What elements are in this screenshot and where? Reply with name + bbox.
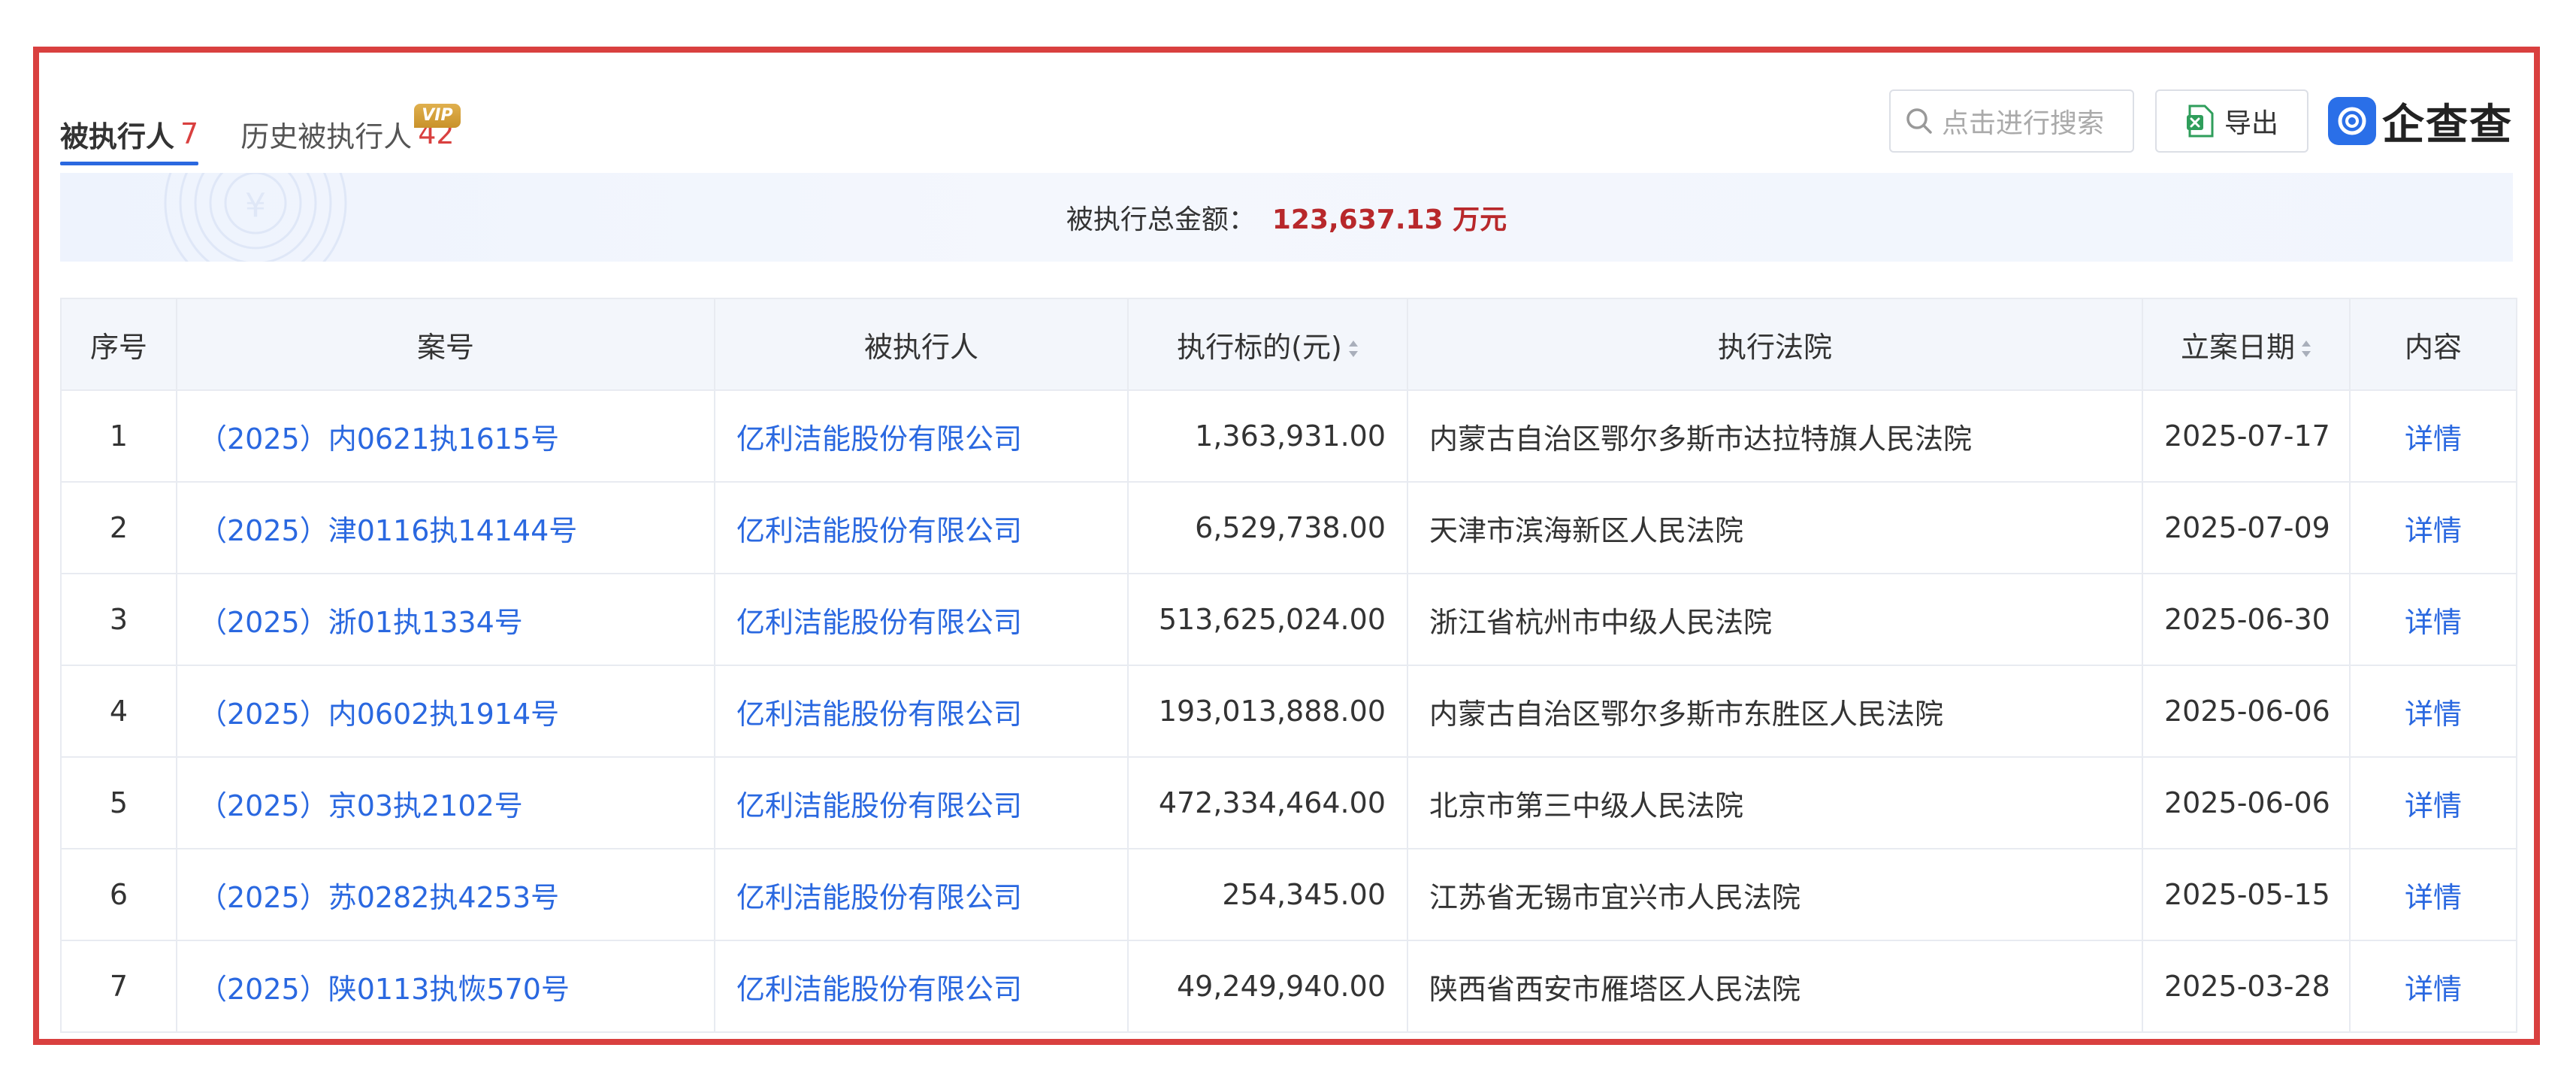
party-link[interactable]: 亿利洁能股份有限公司	[714, 389, 1129, 483]
cell-index: 6	[60, 848, 177, 941]
table-row: 2 （2025）津0116执14144号 亿利洁能股份有限公司 6,529,73…	[60, 481, 2517, 574]
vip-badge: VIP	[414, 104, 461, 128]
cell-date: 2025-05-15	[2142, 848, 2351, 941]
search-input[interactable]: 点击进行搜索	[1889, 89, 2134, 153]
case-no-link[interactable]: （2025）内0621执1615号	[176, 389, 715, 483]
cell-index: 1	[60, 389, 177, 483]
cell-date: 2025-06-06	[2142, 665, 2351, 758]
tab-executed-person[interactable]: 被执行人 7	[60, 104, 199, 165]
header-party: 被执行人	[714, 298, 1129, 391]
table-header-row: 序号 案号 被执行人 执行标的(元) 执行法院 立案日期 内容	[60, 298, 2517, 391]
svg-text:¥: ¥	[245, 186, 266, 225]
cell-amount: 254,345.00	[1127, 848, 1408, 941]
table-row: 1 （2025）内0621执1615号 亿利洁能股份有限公司 1,363,931…	[60, 389, 2517, 483]
details-link[interactable]: 详情	[2349, 848, 2517, 941]
cell-date: 2025-06-06	[2142, 756, 2351, 849]
cell-index: 7	[60, 940, 177, 1033]
header-content: 内容	[2349, 298, 2517, 391]
case-no-link[interactable]: （2025）苏0282执4253号	[176, 848, 715, 941]
table-row: 5 （2025）京03执2102号 亿利洁能股份有限公司 472,334,464…	[60, 756, 2517, 849]
header-amount[interactable]: 执行标的(元)	[1127, 298, 1408, 391]
cell-court: 内蒙古自治区鄂尔多斯市东胜区人民法院	[1407, 665, 2143, 758]
party-link[interactable]: 亿利洁能股份有限公司	[714, 940, 1129, 1033]
qichacha-logo-icon	[2328, 97, 2376, 145]
header-date-label: 立案日期	[2180, 330, 2295, 364]
cell-index: 3	[60, 573, 177, 666]
cell-amount: 472,334,464.00	[1127, 756, 1408, 849]
cell-amount: 193,013,888.00	[1127, 665, 1408, 758]
qichacha-logo: 企查查	[2328, 91, 2513, 152]
tab-bar: 被执行人 7 历史被执行人 42 VIP	[60, 104, 497, 165]
search-icon	[1906, 108, 1932, 134]
cell-court: 内蒙古自治区鄂尔多斯市达拉特旗人民法院	[1407, 389, 2143, 483]
case-no-link[interactable]: （2025）陕0113执恢570号	[176, 940, 715, 1033]
sort-icon[interactable]	[2301, 339, 2311, 359]
cell-index: 4	[60, 665, 177, 758]
export-label: 导出	[2224, 108, 2278, 139]
cell-court: 天津市滨海新区人民法院	[1407, 481, 2143, 574]
header-amount-label: 执行标的(元)	[1177, 330, 1342, 364]
tab-label: 历史被执行人	[240, 120, 413, 153]
execution-table: 序号 案号 被执行人 执行标的(元) 执行法院 立案日期 内容 1 （2025）	[60, 298, 2517, 1033]
toolbar: 点击进行搜索 导出 企查查	[1889, 87, 2513, 155]
cell-court: 浙江省杭州市中级人民法院	[1407, 573, 2143, 666]
details-link[interactable]: 详情	[2349, 389, 2517, 483]
cell-amount: 49,249,940.00	[1127, 940, 1408, 1033]
coin-watermark-icon: ¥	[164, 173, 347, 262]
cell-index: 2	[60, 481, 177, 574]
sort-icon[interactable]	[1348, 339, 1359, 359]
summary-value: 123,637.13 万元	[1271, 204, 1507, 235]
case-no-link[interactable]: （2025）浙01执1334号	[176, 573, 715, 666]
party-link[interactable]: 亿利洁能股份有限公司	[714, 481, 1129, 574]
export-button[interactable]: 导出	[2155, 89, 2308, 153]
table-row: 7 （2025）陕0113执恢570号 亿利洁能股份有限公司 49,249,94…	[60, 940, 2517, 1033]
details-link[interactable]: 详情	[2349, 665, 2517, 758]
header-court: 执行法院	[1407, 298, 2143, 391]
table-row: 6 （2025）苏0282执4253号 亿利洁能股份有限公司 254,345.0…	[60, 848, 2517, 941]
cell-court: 陕西省西安市雁塔区人民法院	[1407, 940, 2143, 1033]
cell-date: 2025-07-17	[2142, 389, 2351, 483]
cell-date: 2025-03-28	[2142, 940, 2351, 1033]
details-link[interactable]: 详情	[2349, 940, 2517, 1033]
case-no-link[interactable]: （2025）津0116执14144号	[176, 481, 715, 574]
cell-court: 北京市第三中级人民法院	[1407, 756, 2143, 849]
table-row: 4 （2025）内0602执1914号 亿利洁能股份有限公司 193,013,8…	[60, 665, 2517, 758]
party-link[interactable]: 亿利洁能股份有限公司	[714, 848, 1129, 941]
tab-count: 7	[180, 117, 199, 150]
party-link[interactable]: 亿利洁能股份有限公司	[714, 573, 1129, 666]
party-link[interactable]: 亿利洁能股份有限公司	[714, 665, 1129, 758]
cell-index: 5	[60, 756, 177, 849]
case-no-link[interactable]: （2025）内0602执1914号	[176, 665, 715, 758]
cell-amount: 6,529,738.00	[1127, 481, 1408, 574]
party-link[interactable]: 亿利洁能股份有限公司	[714, 756, 1129, 849]
cell-amount: 1,363,931.00	[1127, 389, 1408, 483]
summary-banner: ¥ 被执行总金额： 123,637.13 万元	[60, 173, 2513, 262]
summary-label: 被执行总金额：	[1066, 204, 1256, 235]
case-no-link[interactable]: （2025）京03执2102号	[176, 756, 715, 849]
cell-date: 2025-07-09	[2142, 481, 2351, 574]
tab-label: 被执行人	[60, 120, 175, 153]
search-placeholder: 点击进行搜索	[1942, 108, 2105, 139]
cell-amount: 513,625,024.00	[1127, 573, 1408, 666]
details-link[interactable]: 详情	[2349, 573, 2517, 666]
header-case-no: 案号	[176, 298, 715, 391]
table-row: 3 （2025）浙01执1334号 亿利洁能股份有限公司 513,625,024…	[60, 573, 2517, 666]
header-date[interactable]: 立案日期	[2142, 298, 2351, 391]
cell-date: 2025-06-30	[2142, 573, 2351, 666]
tab-history-executed-person[interactable]: 历史被执行人 42 VIP	[240, 104, 461, 164]
details-link[interactable]: 详情	[2349, 756, 2517, 849]
panel: 被执行人 7 历史被执行人 42 VIP 点击进行搜索 导出 企查查 ¥ 被执行…	[60, 53, 2517, 1039]
annotation-frame: 被执行人 7 历史被执行人 42 VIP 点击进行搜索 导出 企查查 ¥ 被执行…	[33, 47, 2540, 1045]
details-link[interactable]: 详情	[2349, 481, 2517, 574]
cell-court: 江苏省无锡市宜兴市人民法院	[1407, 848, 2143, 941]
header-index: 序号	[60, 298, 177, 391]
excel-icon	[2186, 104, 2214, 138]
logo-text: 企查查	[2382, 100, 2513, 150]
